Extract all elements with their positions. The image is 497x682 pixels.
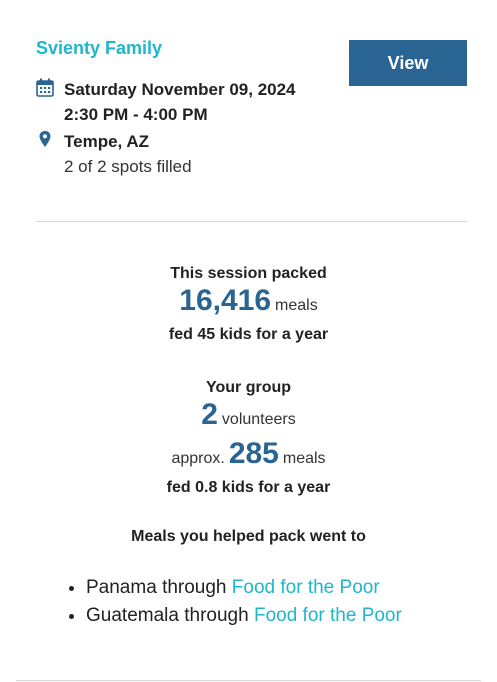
partner-link[interactable]: Food for the Poor	[254, 605, 402, 626]
group-fed-text: fed 0.8 kids for a year	[166, 479, 331, 496]
event-location: Tempe, AZ	[64, 132, 150, 151]
group-meals-unit: meals	[282, 450, 326, 467]
destination-country: Guatemala	[86, 605, 179, 626]
group-meals-count: 285	[228, 437, 279, 470]
event-card: Svienty Family View Saturday November 09…	[0, 0, 497, 682]
group-volunteers-line: 2 volunteers	[0, 398, 497, 437]
top-divider	[36, 221, 467, 222]
view-button[interactable]: View	[349, 40, 467, 86]
destination-connector: through	[162, 577, 227, 598]
group-approx-prefix: approx.	[171, 450, 225, 467]
partner-link[interactable]: Food for the Poor	[232, 577, 380, 598]
destination-item: Panama through Food for the Poor	[86, 574, 402, 602]
calendar-icon	[36, 78, 54, 98]
session-stats: This session packed 16,416 meals fed 45 k…	[0, 264, 497, 347]
spots-filled: 2 of 2 spots filled	[64, 157, 192, 176]
group-volunteers-unit: volunteers	[221, 411, 296, 428]
event-date: Saturday November 09, 2024	[64, 80, 296, 99]
destination-item: Guatemala through Food for the Poor	[86, 602, 402, 630]
event-title: Svienty Family	[36, 38, 163, 58]
session-meals-count: 16,416	[179, 284, 272, 317]
session-heading: This session packed	[170, 265, 327, 282]
session-meals-unit: meals	[275, 297, 318, 314]
group-stats: Your group 2 volunteers approx. 285 meals f…	[0, 378, 497, 500]
group-meals-line: approx. 285 meals	[0, 437, 497, 476]
destinations-list: Panama through Food for the Poor Guatema…	[66, 574, 402, 630]
destination-country: Panama	[86, 577, 157, 598]
map-pin-icon	[36, 130, 54, 150]
location-row: Tempe, AZ 2 of 2 spots filled	[36, 129, 192, 179]
session-fed-text: fed 45 kids for a year	[168, 326, 329, 343]
group-heading: Your group	[205, 379, 292, 396]
date-time-row: Saturday November 09, 2024 2:30 PM - 4:0…	[36, 77, 296, 127]
session-meals-line: 16,416 meals	[0, 284, 497, 323]
bottom-divider	[16, 680, 481, 681]
destinations-heading: Meals you helped pack went to	[131, 528, 366, 545]
destination-connector: through	[184, 605, 249, 626]
destinations-heading-block: Meals you helped pack went to	[0, 527, 497, 547]
event-time: 2:30 PM - 4:00 PM	[64, 105, 208, 124]
group-volunteers-count: 2	[201, 398, 218, 431]
